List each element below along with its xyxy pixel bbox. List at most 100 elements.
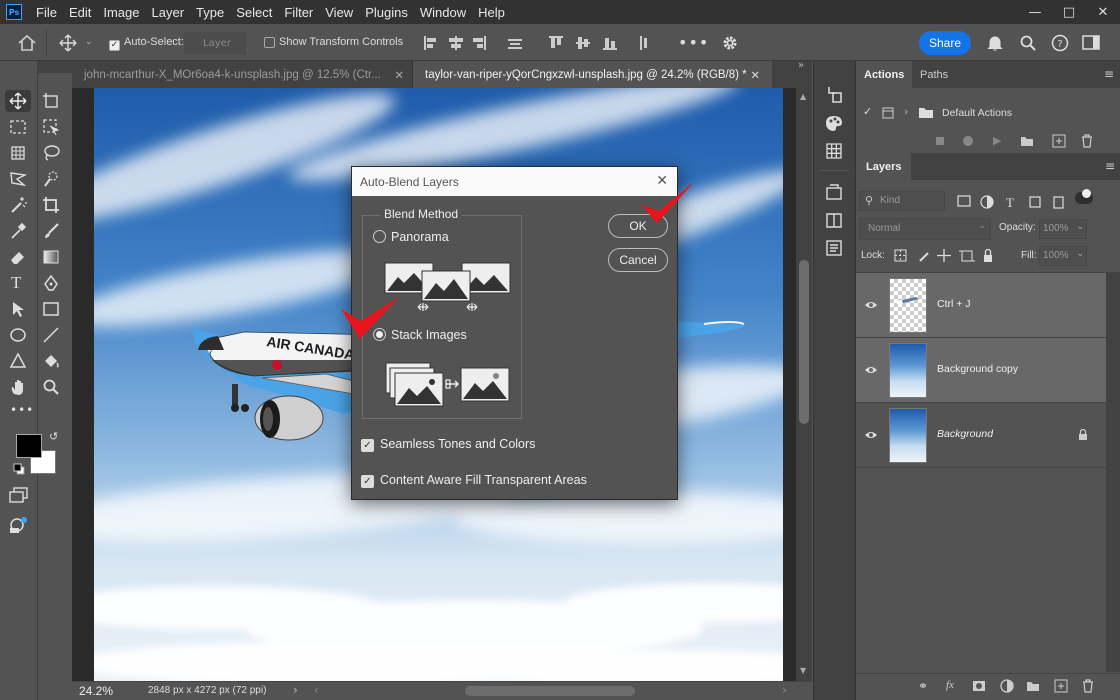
link-layers-icon[interactable]: ⚭: [918, 679, 928, 693]
color-palette-icon[interactable]: [825, 114, 843, 132]
menu-type[interactable]: Type: [190, 5, 230, 20]
panel-menu-icon[interactable]: ≡: [1104, 67, 1114, 81]
add-mask-icon[interactable]: [972, 680, 986, 692]
opacity-field[interactable]: 100% ⌄: [1039, 219, 1087, 239]
paint-bucket-icon[interactable]: [42, 352, 60, 370]
vertical-scrollbar[interactable]: ▲ ▼: [796, 88, 812, 681]
hand-tool-icon[interactable]: [9, 378, 27, 396]
stack-images-label[interactable]: Stack Images: [391, 328, 467, 342]
layer-name[interactable]: Background copy: [937, 363, 1018, 375]
expand-panels-icon[interactable]: »: [798, 60, 804, 71]
scrollbar-thumb[interactable]: [799, 260, 809, 424]
eraser-icon[interactable]: [9, 248, 27, 266]
dialog-toggle-icon[interactable]: [882, 107, 894, 119]
eye-icon[interactable]: [864, 430, 878, 440]
more-options-icon[interactable]: •••: [678, 33, 709, 52]
polygon-lasso-icon[interactable]: [9, 170, 27, 188]
scroll-up-icon[interactable]: ▲: [800, 92, 806, 101]
artboard-tool-icon[interactable]: [42, 92, 60, 110]
menu-edit[interactable]: Edit: [63, 5, 97, 20]
status-menu-arrow-icon[interactable]: ›: [293, 683, 298, 697]
trash-icon[interactable]: [1081, 134, 1093, 148]
expand-chevron-icon[interactable]: ›: [904, 105, 908, 118]
auto-select-target-dropdown[interactable]: Layer: [184, 32, 246, 54]
crop-grid-icon[interactable]: [9, 144, 27, 162]
close-tab-icon[interactable]: ✕: [394, 68, 404, 82]
swap-colors-icon[interactable]: ↺: [49, 430, 58, 443]
menu-filter[interactable]: Filter: [278, 5, 319, 20]
swatches-grid-icon[interactable]: [825, 142, 843, 160]
close-tab-icon[interactable]: ✕: [750, 68, 760, 82]
ellipse-tool-icon[interactable]: [9, 326, 27, 344]
path-selection-icon[interactable]: [9, 300, 27, 318]
zoom-tool-icon[interactable]: [42, 378, 60, 396]
quick-select-icon[interactable]: [42, 170, 60, 188]
tab-actions[interactable]: Actions: [856, 61, 913, 88]
cancel-button[interactable]: Cancel: [608, 248, 668, 272]
magic-wand-icon[interactable]: [9, 196, 27, 214]
workspace-icon[interactable]: [1082, 35, 1100, 51]
share-button[interactable]: Share: [919, 31, 971, 55]
transform-controls-checkbox[interactable]: [264, 37, 275, 51]
layer-name[interactable]: Background: [937, 428, 993, 440]
content-aware-label[interactable]: Content Aware Fill Transparent Areas: [380, 473, 587, 487]
scroll-left-icon[interactable]: ‹: [314, 683, 319, 697]
filter-toggle[interactable]: [1075, 189, 1093, 204]
menu-help[interactable]: Help: [472, 5, 511, 20]
marquee-tool-icon[interactable]: [9, 118, 27, 136]
zoom-level[interactable]: 24.2%: [79, 684, 113, 698]
tab-paths[interactable]: Paths: [912, 61, 956, 88]
eye-icon[interactable]: [864, 365, 878, 375]
search-icon[interactable]: [1019, 34, 1037, 52]
action-set-row[interactable]: ✓ › Default Actions: [856, 101, 1106, 125]
chevron-down-icon[interactable]: ⌄: [1076, 222, 1084, 232]
menu-file[interactable]: File: [30, 5, 63, 20]
pen-tool-icon[interactable]: [42, 274, 60, 292]
line-tool-icon[interactable]: [42, 326, 60, 344]
layer-filter-icons[interactable]: T: [956, 194, 1086, 210]
layer-row[interactable]: Ctrl + J: [856, 273, 1106, 338]
chevron-down-icon[interactable]: ⌄: [85, 37, 93, 47]
maximize-icon[interactable]: □: [1052, 0, 1086, 24]
seamless-tones-label[interactable]: Seamless Tones and Colors: [380, 437, 535, 451]
stop-icon[interactable]: [936, 137, 944, 145]
default-colors-icon[interactable]: [13, 463, 25, 475]
history-icon[interactable]: [825, 85, 843, 103]
layer-row[interactable]: Background copy: [856, 338, 1106, 403]
libraries-icon[interactable]: [825, 183, 843, 201]
seamless-tones-checkbox[interactable]: ✓: [361, 439, 374, 452]
properties-icon[interactable]: [825, 211, 843, 229]
eye-icon[interactable]: [864, 300, 878, 310]
play-icon[interactable]: ▶: [993, 134, 1001, 147]
blend-mode-dropdown[interactable]: Normal ⌄: [859, 218, 991, 240]
layer-row[interactable]: Background: [856, 403, 1106, 468]
document-tab-1[interactable]: john-mcarthur-X_MOr6oa4-k-unsplash.jpg @…: [72, 61, 412, 88]
content-aware-checkbox[interactable]: ✓: [361, 475, 374, 488]
home-icon[interactable]: [17, 34, 37, 52]
lasso-tool-icon[interactable]: [42, 144, 60, 162]
quick-mask-icon[interactable]: [9, 515, 29, 535]
gradient-tool-icon[interactable]: [42, 248, 60, 266]
adjustment-layer-icon[interactable]: [1000, 679, 1014, 693]
eyedropper-icon[interactable]: [9, 222, 27, 240]
help-icon[interactable]: ?: [1051, 34, 1069, 52]
new-group-folder-icon[interactable]: [1026, 680, 1040, 692]
new-action-icon[interactable]: [1052, 134, 1066, 148]
scroll-down-icon[interactable]: ▼: [800, 666, 806, 675]
panorama-radio[interactable]: [373, 230, 386, 243]
rectangle-tool-icon[interactable]: [42, 300, 60, 318]
tab-layers[interactable]: Layers: [856, 153, 912, 180]
panorama-label[interactable]: Panorama: [391, 230, 449, 244]
object-selection-icon[interactable]: [42, 118, 60, 136]
triangle-tool-icon[interactable]: [9, 352, 27, 370]
align-icons[interactable]: [422, 34, 532, 52]
lock-options-icons[interactable]: [894, 248, 994, 264]
edit-toolbar-icon[interactable]: •••: [10, 403, 34, 417]
auto-select-checkbox[interactable]: ✓: [109, 37, 120, 51]
screen-mode-icon[interactable]: [9, 487, 29, 503]
action-toggle-check-icon[interactable]: ✓: [863, 105, 872, 118]
adjustments-icon[interactable]: [825, 239, 843, 257]
record-icon[interactable]: [963, 136, 973, 146]
brush-tool-icon[interactable]: [42, 222, 60, 240]
menu-window[interactable]: Window: [414, 5, 472, 20]
